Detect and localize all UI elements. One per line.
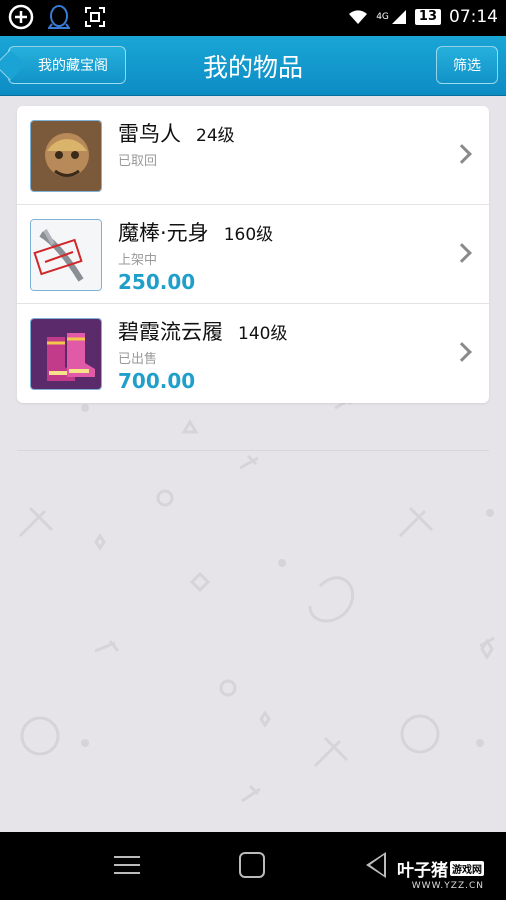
boots-icon	[30, 318, 102, 390]
item-list: 雷鸟人 24级 已取回 魔棒·元身 160级 上架中 250.00 碧霞流云履 …	[17, 106, 489, 403]
add-circle-icon	[8, 4, 34, 30]
content-area: 雷鸟人 24级 已取回 魔棒·元身 160级 上架中 250.00 碧霞流云履 …	[0, 96, 506, 832]
watermark-logo: 叶子猪 游戏网	[397, 856, 484, 881]
item-name: 雷鸟人	[118, 122, 181, 146]
item-name: 魔棒·元身	[118, 221, 209, 245]
chevron-right-icon	[452, 243, 472, 263]
back-triangle-icon[interactable]	[366, 852, 386, 878]
item-info: 魔棒·元身 160级 上架中 250.00	[118, 217, 273, 294]
item-name-row: 魔棒·元身 160级	[118, 217, 273, 247]
filter-button[interactable]: 筛选	[436, 46, 498, 84]
list-item[interactable]: 魔棒·元身 160级 上架中 250.00	[17, 205, 489, 304]
list-item[interactable]: 雷鸟人 24级 已取回	[17, 106, 489, 205]
watermark-text: 叶子猪	[397, 861, 448, 881]
signal-icon	[391, 10, 406, 24]
system-nav-bar: 叶子猪 游戏网 WWW.YZZ.CN	[0, 832, 506, 900]
status-left-icons	[8, 4, 106, 30]
home-icon[interactable]	[239, 852, 265, 878]
item-info: 雷鸟人 24级 已取回	[118, 118, 235, 169]
item-status: 已取回	[118, 154, 158, 169]
item-name-row: 碧霞流云履 140级	[118, 316, 287, 346]
battery-level: 13	[414, 9, 441, 25]
menu-icon[interactable]	[114, 856, 140, 880]
item-status: 上架中	[118, 253, 158, 268]
list-divider	[17, 450, 489, 451]
status-right-icons: 4G 13 07:14	[348, 7, 498, 27]
status-bar: 4G 13 07:14	[0, 0, 506, 36]
item-info: 碧霞流云履 140级 已出售 700.00	[118, 316, 287, 393]
page-title: 我的物品	[202, 53, 303, 82]
screenshot-icon	[85, 7, 105, 27]
item-name-row: 雷鸟人 24级	[118, 118, 235, 148]
list-item[interactable]: 碧霞流云履 140级 已出售 700.00	[17, 304, 489, 403]
watermark: 叶子猪 游戏网 WWW.YZZ.CN	[397, 856, 484, 891]
thunderbird-avatar-icon	[30, 120, 102, 192]
item-price: 700.00	[118, 369, 196, 393]
watermark-badge: 游戏网	[450, 861, 484, 876]
magic-wand-icon	[30, 219, 102, 291]
item-price: 250.00	[118, 270, 196, 294]
qq-penguin-icon	[48, 5, 70, 29]
chevron-right-icon	[452, 342, 472, 362]
item-level: 160级	[223, 225, 274, 245]
item-name: 碧霞流云履	[118, 320, 223, 344]
header-bar: 我的藏宝阁 我的物品 筛选	[0, 36, 506, 96]
clock: 07:14	[449, 7, 498, 27]
chevron-right-icon	[452, 144, 472, 164]
wifi-icon	[349, 10, 368, 24]
network-type: 4G	[376, 12, 389, 22]
watermark-url: WWW.YZZ.CN	[411, 881, 484, 891]
item-level: 24级	[196, 126, 235, 146]
item-status: 已出售	[118, 352, 158, 367]
item-level: 140级	[238, 324, 288, 344]
